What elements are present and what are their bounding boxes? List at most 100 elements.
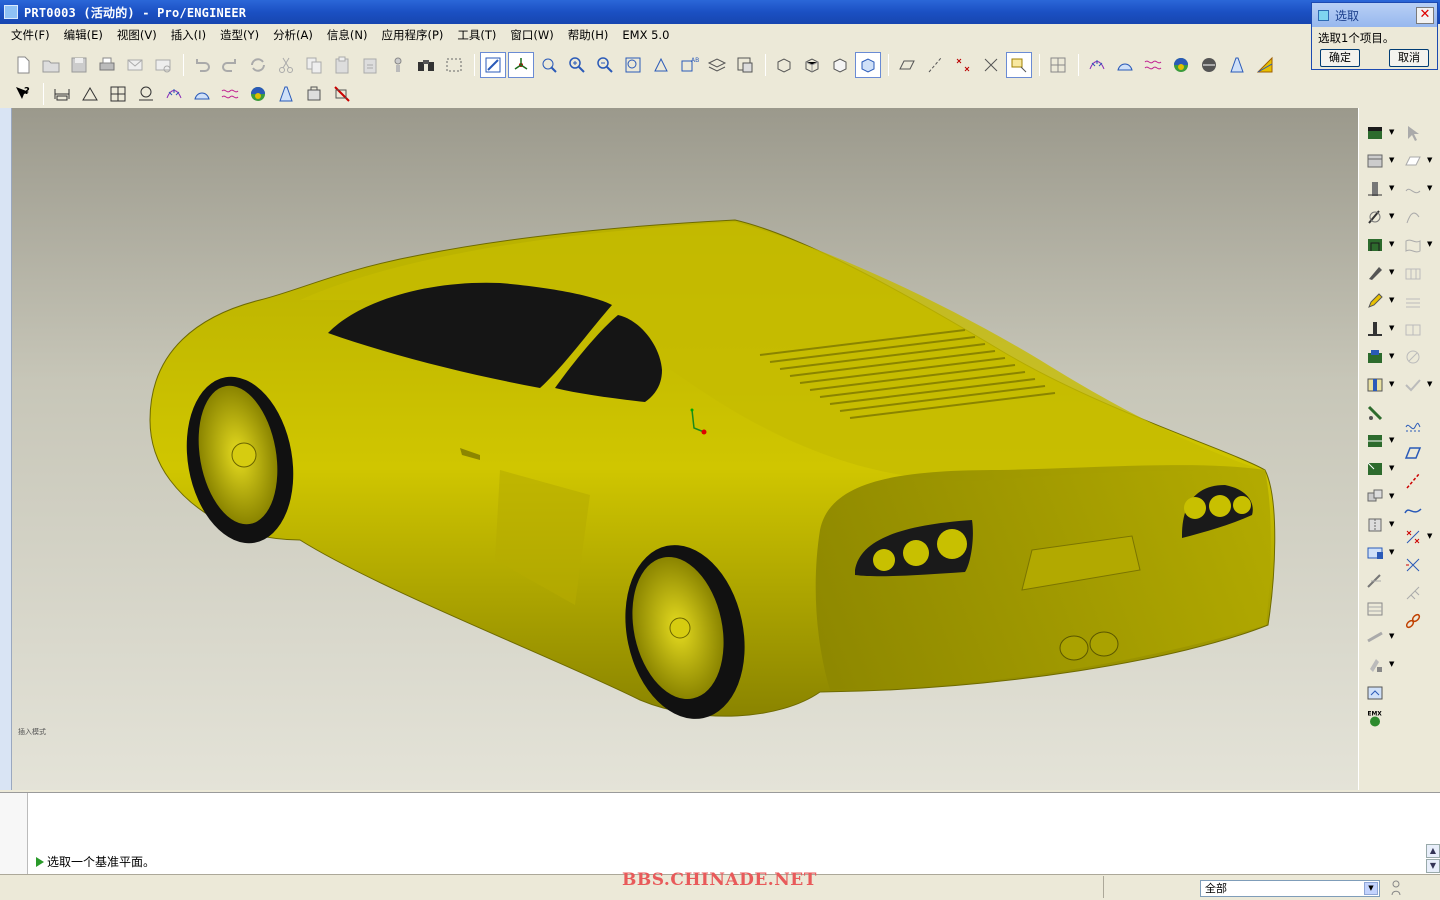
message-scrollbar[interactable]: ▲ ▼ <box>1426 844 1440 874</box>
saved-analysis-button[interactable] <box>301 81 327 107</box>
sketch-curve-tool[interactable] <box>1401 414 1425 436</box>
refit-button[interactable] <box>620 52 646 78</box>
menu-tools[interactable]: 工具(T) <box>450 27 503 43</box>
axis-line-tool[interactable] <box>1401 470 1425 492</box>
paste-button[interactable] <box>329 52 355 78</box>
rib-tool[interactable] <box>1363 374 1387 396</box>
shell-tool[interactable] <box>1363 346 1387 368</box>
boundary-blend-tool[interactable] <box>1401 234 1425 256</box>
style-tool[interactable] <box>1363 682 1387 704</box>
curve-from-equation-tool[interactable] <box>1401 206 1425 228</box>
redo-button[interactable] <box>217 52 243 78</box>
model-tree-button[interactable] <box>385 52 411 78</box>
dropdown-arrow-icon[interactable]: ▼ <box>1389 240 1394 248</box>
menu-emx[interactable]: EMX 5.0 <box>615 28 676 42</box>
fill-tool[interactable] <box>1401 318 1425 340</box>
cancel-button[interactable]: 取消 <box>1389 49 1429 67</box>
chain-tool[interactable] <box>1401 610 1425 632</box>
spline-tool[interactable] <box>1401 498 1425 520</box>
plane-tool[interactable] <box>1401 442 1425 464</box>
datum-planes-toggle[interactable] <box>894 52 920 78</box>
hide-analysis-button[interactable] <box>329 81 355 107</box>
measure-angle-button[interactable] <box>77 81 103 107</box>
coordinate-system-tool[interactable] <box>1401 554 1425 576</box>
menu-edit[interactable]: 编辑(E) <box>57 27 110 43</box>
no-hidden-button[interactable] <box>827 52 853 78</box>
datum-axes-toggle[interactable] <box>922 52 948 78</box>
curvature-color-button[interactable] <box>1168 52 1194 78</box>
dropdown-arrow-icon[interactable]: ▼ <box>1389 352 1394 360</box>
scroll-down-icon[interactable]: ▼ <box>1426 859 1440 873</box>
dropdown-arrow-icon[interactable]: ▼ <box>1389 184 1394 192</box>
reflection-analysis-button[interactable] <box>1140 52 1166 78</box>
section-analysis-button[interactable] <box>1112 52 1138 78</box>
context-help-button[interactable]: ? <box>10 81 36 107</box>
blend-tool[interactable] <box>1363 262 1387 284</box>
undo-button[interactable] <box>189 52 215 78</box>
solidify-tool[interactable] <box>1363 654 1387 676</box>
zoom-out-button[interactable] <box>592 52 618 78</box>
dropdown-arrow-icon[interactable]: ▼ <box>1389 436 1394 444</box>
new-file-button[interactable] <box>10 52 36 78</box>
send-link-button[interactable] <box>150 52 176 78</box>
copy-button[interactable] <box>301 52 327 78</box>
select-pointer-tool[interactable] <box>1401 122 1425 144</box>
measure-distance-button[interactable] <box>49 81 75 107</box>
chamfer-tool[interactable] <box>1363 458 1387 480</box>
dropdown-arrow-icon[interactable]: ▼ <box>1389 268 1394 276</box>
confirm-tool[interactable] <box>1401 374 1425 396</box>
measure-area-button[interactable] <box>105 81 131 107</box>
dropdown-arrow-icon[interactable]: ▼ <box>1427 240 1432 248</box>
selection-filter-select[interactable]: 全部 ▼ <box>1200 880 1380 897</box>
dropdown-arrow-icon[interactable]: ▼ <box>1389 156 1394 164</box>
draft-2-button[interactable] <box>273 81 299 107</box>
hidden-line-button[interactable] <box>799 52 825 78</box>
open-file-button[interactable] <box>38 52 64 78</box>
surface-tool[interactable] <box>1401 262 1425 284</box>
navigator-edge[interactable] <box>0 108 12 790</box>
measure-diameter-button[interactable] <box>133 81 159 107</box>
merge-tool[interactable] <box>1363 542 1387 564</box>
point-tool[interactable] <box>1401 526 1425 548</box>
regenerate-button[interactable] <box>245 52 271 78</box>
menu-help[interactable]: 帮助(H) <box>561 27 616 43</box>
dropdown-arrow-icon[interactable]: ▼ <box>1389 548 1394 556</box>
save-button[interactable] <box>66 52 92 78</box>
graphics-window[interactable] <box>12 108 1358 790</box>
wireframe-button[interactable] <box>771 52 797 78</box>
coordinate-systems-toggle[interactable] <box>978 52 1004 78</box>
reflection-2-button[interactable] <box>217 81 243 107</box>
draft-tool[interactable] <box>1363 402 1387 424</box>
selection-status-icon[interactable] <box>1388 879 1404 897</box>
extrude-tool[interactable] <box>1363 178 1387 200</box>
datum-points-toggle[interactable] <box>950 52 976 78</box>
spin-center-button[interactable] <box>508 52 534 78</box>
section-analysis-2-button[interactable] <box>189 81 215 107</box>
annotations-toggle[interactable] <box>1006 52 1032 78</box>
view-manager-button[interactable] <box>732 52 758 78</box>
sweep-tool[interactable] <box>1363 234 1387 256</box>
repaint-button[interactable] <box>480 52 506 78</box>
cut-button[interactable] <box>273 52 299 78</box>
model-grid-button[interactable] <box>1045 52 1071 78</box>
round-tool[interactable] <box>1363 430 1387 452</box>
chevron-down-icon[interactable]: ▼ <box>1364 882 1378 895</box>
dialog-close-button[interactable]: ✕ <box>1416 7 1434 24</box>
emx-tool[interactable]: EMX <box>1363 708 1387 730</box>
datum-plane-2-tool[interactable] <box>1401 150 1425 172</box>
shade-analysis-button[interactable] <box>1196 52 1222 78</box>
layers-button[interactable] <box>704 52 730 78</box>
revolve-tool[interactable] <box>1363 206 1387 228</box>
variable-sweep-tool[interactable] <box>1401 290 1425 312</box>
dropdown-arrow-icon[interactable]: ▼ <box>1427 380 1432 388</box>
measure-tool[interactable] <box>1401 346 1425 368</box>
menu-file[interactable]: 文件(F) <box>4 27 57 43</box>
select-box-button[interactable] <box>441 52 467 78</box>
slope-analysis-button[interactable] <box>1252 52 1278 78</box>
trim-tool[interactable] <box>1363 570 1387 592</box>
sketch-tool[interactable] <box>1363 290 1387 312</box>
dropdown-arrow-icon[interactable]: ▼ <box>1389 492 1394 500</box>
reorient-button[interactable] <box>648 52 674 78</box>
offset-tool[interactable] <box>1363 598 1387 620</box>
shading-button[interactable] <box>855 52 881 78</box>
